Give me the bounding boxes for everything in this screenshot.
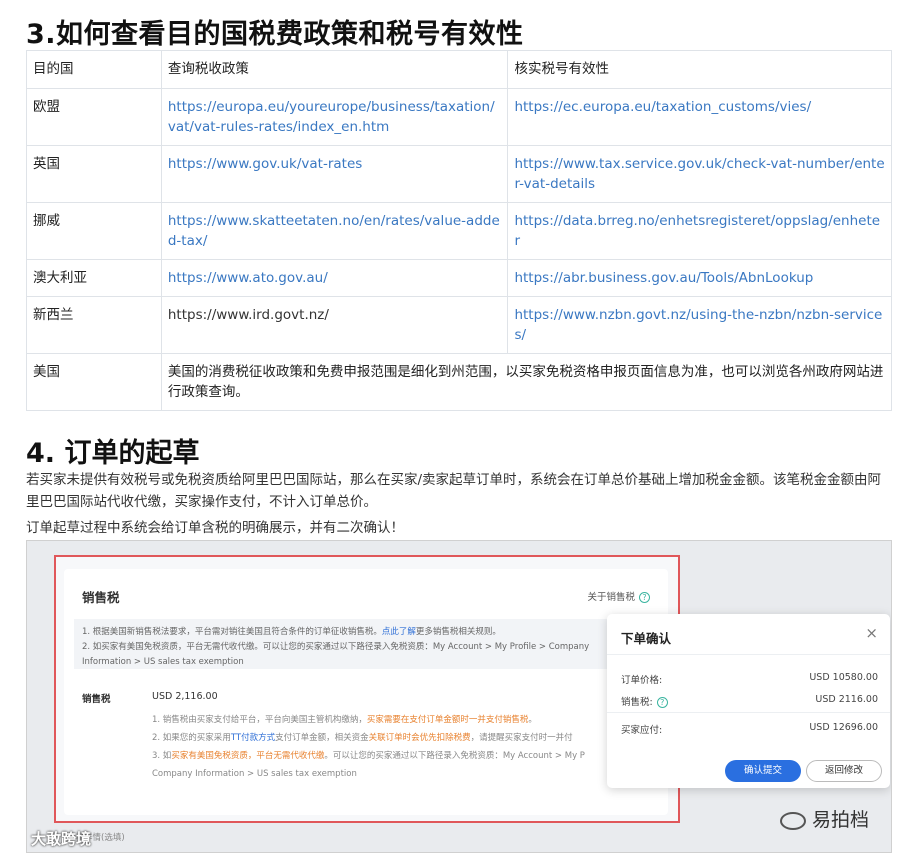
notice-box: 1. 根据美国新销售税法要求，平台需对销往美国且符合条件的订单征收销售税。点此了… (74, 619, 664, 669)
verify-link[interactable]: https://www.nzbn.govt.nz/using-the-nzbn/… (514, 307, 882, 343)
policy-text: https://www.ird.govt.nz/ (167, 307, 329, 323)
country-cell: 新西兰 (26, 296, 162, 354)
country-cell: 挪威 (26, 202, 162, 260)
card-title: 销售税 (82, 590, 120, 605)
section3-title: 3.如何查看目的国税费政策和税号有效性 (26, 19, 524, 50)
tax-rules-list: 1. 销售税由买家支付给平台，平台向美国主管机构缴纳，买家需要在支付订单金额时一… (152, 711, 662, 783)
question-icon: ? (639, 592, 650, 603)
notice-line: 2. 如买家有美国免税资质，平台无需代收代缴。可以让您的买家通过以下路径录入免税… (82, 642, 590, 652)
country-cell: 澳大利亚 (26, 259, 162, 297)
section4-paragraph-2: 订单起草过程中系统会给订单含税的明确展示，并有二次确认！ (26, 520, 404, 536)
table-row: 美国 美国的消费税征收政策和免费申报范围是细化到州范围，以买家免税资格申报页面信… (26, 353, 893, 411)
learn-more-link[interactable]: 点此了解 (382, 627, 416, 637)
policy-link[interactable]: https://www.skatteetaten.no/en/rates/val… (168, 213, 500, 249)
close-icon[interactable]: × (865, 624, 878, 642)
price-value: USD 10580.00 (809, 672, 878, 683)
table-row: 英国 https://www.gov.uk/vat-rates https://… (26, 145, 892, 203)
notice-text: 1. 根据美国新销售税法要求，平台需对销往美国且符合条件的订单征收销售税。 (82, 627, 382, 637)
list-item: 2. 如果您的买家采用TT付款方式支付订单金额，相关资金关联订单时会优先扣除税费… (152, 729, 662, 747)
payable-label: 买家应付: (621, 725, 663, 736)
sales-tax-card: 销售税 关于销售税? 1. 根据美国新销售税法要求，平台需对销往美国且符合条件的… (64, 569, 668, 815)
payable-value: USD 12696.00 (809, 722, 878, 733)
order-confirm-modal: 下单确认 × 订单价格: USD 10580.00 销售税:? USD 2116… (607, 614, 890, 788)
tax-label: 销售税 (82, 694, 111, 705)
verify-link[interactable]: https://abr.business.gov.au/Tools/AbnLoo… (514, 270, 813, 286)
watermark-left: 大敢跨境 (31, 830, 92, 848)
rule-text: 2. 如果您的买家采用 (152, 733, 231, 743)
table-row: 欧盟 https://europa.eu/youreurope/business… (26, 88, 892, 146)
watermark-right: 易拍档 (779, 805, 869, 832)
policy-link[interactable]: https://europa.eu/youreurope/business/ta… (168, 99, 495, 135)
header-verify: 核实税号有效性 (507, 50, 892, 89)
rule-text: 3. 如 (152, 751, 172, 761)
list-item: 3. 如买家有美国免税资质，平台无需代收代缴。可以让您的买家通过以下路径录入免税… (152, 747, 662, 765)
rule-text: ，请提醒买家支付时一并付 (470, 733, 573, 743)
rule-highlight: 买家需要在支付订单金额时一并支付销售税 (366, 715, 529, 725)
price-label: 订单价格: (621, 675, 663, 686)
confirm-submit-button[interactable]: 确认提交 (725, 760, 801, 782)
table-header-row: 目的国 查询税收政策 核实税号有效性 (26, 50, 892, 89)
header-country: 目的国 (26, 50, 162, 89)
rule-text: 。可以让您的买家通过以下路径录入免税资质：My Account > My P (324, 751, 585, 761)
watermark-text: 易拍档 (811, 809, 869, 831)
rule-highlight: 关联订单时会优先扣除税费 (368, 733, 471, 743)
list-item: Company Information > US sales tax exemp… (152, 769, 357, 779)
verify-link[interactable]: https://ec.europa.eu/taxation_customs/vi… (514, 99, 811, 115)
notice-line: 1. 根据美国新销售税法要求，平台需对销往美国且符合条件的订单征收销售税。点此了… (82, 625, 656, 640)
section4-paragraph-1: 若买家未提供有效税号或免税资质给阿里巴巴国际站，那么在买家/卖家起草订单时，系统… (26, 472, 882, 510)
modal-tax-label: 销售税:? (621, 694, 668, 708)
rule-text: 。 (528, 715, 537, 725)
back-edit-button[interactable]: 返回修改 (806, 760, 882, 782)
tax-label-text: 销售税: (621, 697, 653, 708)
table-row: 新西兰 https://www.ird.govt.nz/ https://www… (26, 296, 892, 354)
section4-title: 4. 订单的起草 (26, 438, 200, 469)
modal-title: 下单确认 (621, 631, 672, 646)
table-row: 澳大利亚 https://www.ato.gov.au/ https://abr… (26, 259, 892, 297)
rule-text: 支付订单金额，相关资金 (275, 733, 369, 743)
question-icon[interactable]: ? (656, 697, 668, 708)
modal-tax-value: USD 2116.00 (815, 694, 878, 705)
about-label: 关于销售税 (587, 592, 635, 603)
rule-text: 1. 销售税由买家支付给平台，平台向美国主管机构缴纳， (152, 715, 367, 725)
us-policy-note: 美国的消费税征收政策和免费申报范围是细化到州范围，以买家免税资格申报页面信息为准… (160, 353, 893, 411)
country-cell: 英国 (26, 145, 162, 203)
policy-link[interactable]: https://www.ato.gov.au/ (168, 270, 328, 286)
rule-highlight: 买家有美国免税资质，平台无需代收代缴 (171, 751, 325, 761)
order-draft-screenshot: 销售税 关于销售税? 1. 根据美国新销售税法要求，平台需对销往美国且符合条件的… (26, 540, 892, 853)
notice-line: Information > US sales tax exemption (82, 657, 244, 667)
divider (607, 712, 890, 713)
divider (607, 654, 890, 655)
tax-value: USD 2,116.00 (152, 691, 218, 702)
verify-link[interactable]: https://data.brreg.no/enhetsregisteret/o… (514, 213, 880, 249)
table-row: 挪威 https://www.skatteetaten.no/en/rates/… (26, 202, 892, 260)
wechat-icon (779, 811, 806, 830)
list-item: 1. 销售税由买家支付给平台，平台向美国主管机构缴纳，买家需要在支付订单金额时一… (152, 711, 662, 729)
country-cell: 美国 (26, 353, 162, 411)
about-sales-tax-link[interactable]: 关于销售税? (587, 589, 650, 603)
rule-highlight: TT付款方式 (230, 733, 276, 743)
verify-link[interactable]: https://www.tax.service.gov.uk/check-vat… (514, 156, 884, 192)
header-policy: 查询税收政策 (160, 50, 509, 89)
country-cell: 欧盟 (26, 88, 162, 146)
notice-text: 更多销售税相关规则。 (415, 627, 501, 637)
tax-policy-table: 目的国 查询税收政策 核实税号有效性 欧盟 https://europa.eu/… (26, 50, 893, 411)
policy-link[interactable]: https://www.gov.uk/vat-rates (168, 156, 362, 172)
